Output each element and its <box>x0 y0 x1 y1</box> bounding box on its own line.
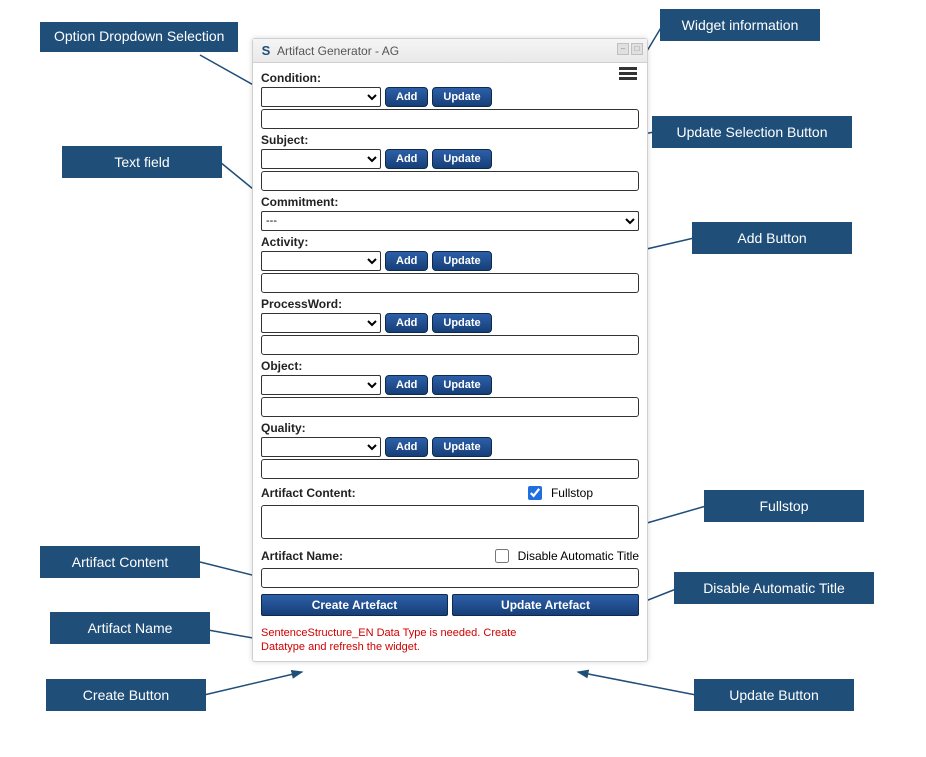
quality-text-field[interactable] <box>261 459 639 479</box>
app-logo-icon: S <box>259 44 273 58</box>
minimize-icon[interactable]: – <box>617 43 629 55</box>
object-update-button[interactable]: Update <box>432 375 491 395</box>
condition-label: Condition: <box>261 71 639 85</box>
fullstop-label: Fullstop <box>551 486 593 500</box>
titlebar: S Artifact Generator - AG – □ <box>253 39 647 63</box>
processword-add-button[interactable]: Add <box>385 313 428 333</box>
object-add-button[interactable]: Add <box>385 375 428 395</box>
callout-update-selection: Update Selection Button <box>652 116 852 148</box>
quality-select[interactable] <box>261 437 381 457</box>
processword-select[interactable] <box>261 313 381 333</box>
callout-label: Update Button <box>729 687 819 703</box>
condition-select[interactable] <box>261 87 381 107</box>
callout-label: Disable Automatic Title <box>703 580 845 596</box>
artifact-name-field[interactable] <box>261 568 639 588</box>
callout-label: Text field <box>114 154 169 170</box>
callout-create-button: Create Button <box>46 679 206 711</box>
quality-label: Quality: <box>261 421 639 435</box>
condition-add-button[interactable]: Add <box>385 87 428 107</box>
callout-label: Fullstop <box>759 498 808 514</box>
window-buttons: – □ <box>617 43 643 55</box>
callout-label: Widget information <box>682 17 799 33</box>
callout-disable-auto-title: Disable Automatic Title <box>674 572 874 604</box>
object-label: Object: <box>261 359 639 373</box>
condition-update-button[interactable]: Update <box>432 87 491 107</box>
processword-label: ProcessWord: <box>261 297 639 311</box>
object-text-field[interactable] <box>261 397 639 417</box>
callout-label: Create Button <box>83 687 169 703</box>
commitment-select[interactable]: --- <box>261 211 639 231</box>
artifact-name-label: Artifact Name: <box>261 549 343 563</box>
maximize-icon[interactable]: □ <box>631 43 643 55</box>
callout-label: Option Dropdown Selection <box>54 28 224 44</box>
callout-label: Artifact Content <box>72 554 169 570</box>
callout-update-button: Update Button <box>694 679 854 711</box>
condition-text-field[interactable] <box>261 109 639 129</box>
activity-text-field[interactable] <box>261 273 639 293</box>
subject-label: Subject: <box>261 133 639 147</box>
artifact-content-label: Artifact Content: <box>261 486 356 500</box>
subject-select[interactable] <box>261 149 381 169</box>
quality-update-button[interactable]: Update <box>432 437 491 457</box>
callout-widget-info: Widget information <box>660 9 820 41</box>
activity-select[interactable] <box>261 251 381 271</box>
widget-body: Condition: Add Update Subject: Add Updat… <box>253 63 647 661</box>
disable-auto-title-label: Disable Automatic Title <box>518 549 639 563</box>
subject-text-field[interactable] <box>261 171 639 191</box>
activity-label: Activity: <box>261 235 639 249</box>
callout-label: Artifact Name <box>88 620 173 636</box>
update-artefact-button[interactable]: Update Artefact <box>452 594 639 616</box>
subject-update-button[interactable]: Update <box>432 149 491 169</box>
callout-artifact-name: Artifact Name <box>50 612 210 644</box>
subject-add-button[interactable]: Add <box>385 149 428 169</box>
artifact-generator-widget: S Artifact Generator - AG – □ Condition:… <box>252 38 648 662</box>
disable-auto-title-checkbox[interactable] <box>495 549 509 563</box>
commitment-label: Commitment: <box>261 195 639 209</box>
window-title: Artifact Generator - AG <box>277 44 399 58</box>
callout-fullstop: Fullstop <box>704 490 864 522</box>
callout-option-dropdown: Option Dropdown Selection <box>40 22 238 52</box>
object-select[interactable] <box>261 375 381 395</box>
processword-text-field[interactable] <box>261 335 639 355</box>
callout-label: Update Selection Button <box>677 124 828 140</box>
callout-label: Add Button <box>737 230 806 246</box>
fullstop-checkbox[interactable] <box>528 486 542 500</box>
activity-update-button[interactable]: Update <box>432 251 491 271</box>
hamburger-icon[interactable] <box>619 65 637 82</box>
quality-add-button[interactable]: Add <box>385 437 428 457</box>
callout-artifact-content: Artifact Content <box>40 546 200 578</box>
activity-add-button[interactable]: Add <box>385 251 428 271</box>
processword-update-button[interactable]: Update <box>432 313 491 333</box>
callout-text-field: Text field <box>62 146 222 178</box>
error-message: SentenceStructure_EN Data Type is needed… <box>261 626 561 655</box>
callout-add-button: Add Button <box>692 222 852 254</box>
create-artefact-button[interactable]: Create Artefact <box>261 594 448 616</box>
artifact-content-field[interactable] <box>261 505 639 539</box>
